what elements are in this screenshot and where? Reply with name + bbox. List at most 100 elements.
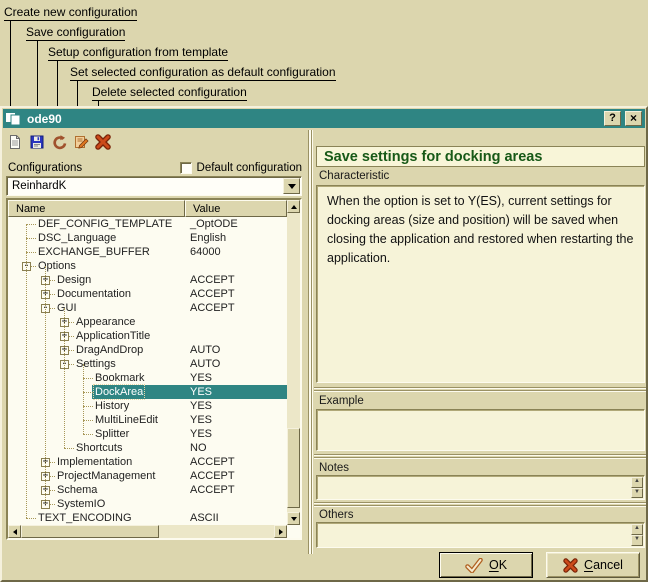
annotation-delete-configuration: Delete selected configuration <box>92 85 247 99</box>
tree-guide-line <box>26 224 27 518</box>
tree-item-value: YES <box>190 372 212 384</box>
tree-row[interactable]: SystemIO <box>8 497 287 511</box>
tree-item-value: ACCEPT <box>190 288 235 300</box>
title-bar[interactable]: ode90 ? × <box>3 109 645 128</box>
tree-item-name: EXCHANGE_BUFFER <box>38 246 150 258</box>
tree-item-name: DSC_Language <box>38 232 116 244</box>
window-icon <box>6 113 21 125</box>
cancel-label: Cancel <box>584 558 623 572</box>
tree-row[interactable]: SplitterYES <box>8 427 287 441</box>
horizontal-scrollbar[interactable] <box>8 525 287 538</box>
tree-row[interactable]: TEXT_ENCODINGASCII <box>8 511 287 525</box>
annotation-setup-from-template: Setup configuration from template <box>48 45 228 59</box>
set-default-configuration-button[interactable] <box>71 132 91 152</box>
tree-row[interactable]: Options <box>8 259 287 273</box>
tree-guide-line <box>83 364 84 434</box>
tree-connector <box>26 224 36 225</box>
example-label: Example <box>319 395 364 407</box>
tree-item-name: DEF_CONFIG_TEMPLATE <box>38 218 172 230</box>
scroll-right-button[interactable] <box>274 525 287 538</box>
tree-row[interactable]: Schema ACCEPT <box>8 483 287 497</box>
screenshot-root: { "annotations": { "items": [ { "label":… <box>0 0 648 582</box>
default-configuration-checkbox[interactable] <box>180 162 192 174</box>
notes-label: Notes <box>319 462 349 474</box>
tree-item-name: History <box>95 400 129 412</box>
triangle-up-icon[interactable]: ▲ <box>631 477 643 488</box>
tree-item-value: ACCEPT <box>190 302 235 314</box>
vertical-scrollbar[interactable] <box>287 200 300 525</box>
option-title: Save settings for docking areas <box>316 146 645 167</box>
tree-row[interactable]: GUI ACCEPT <box>8 301 287 315</box>
close-button[interactable]: × <box>625 111 642 126</box>
tree-item-value: YES <box>190 428 212 440</box>
tree-row[interactable]: DocumentationACCEPT <box>8 287 287 301</box>
tree-row[interactable]: DEF_CONFIG_TEMPLATE_OptODE <box>8 217 287 231</box>
configurations-row: Configurations Default configuration <box>8 160 302 175</box>
new-configuration-icon <box>7 134 23 150</box>
annotation-create-new-configuration: Create new configuration <box>4 5 137 19</box>
tree-guide-line <box>45 266 46 504</box>
section-splitter[interactable] <box>314 387 646 392</box>
combo-dropdown-button[interactable] <box>283 178 300 194</box>
horizontal-scroll-thumb[interactable] <box>21 525 159 538</box>
configuration-selected-value: ReinhardK <box>7 180 283 192</box>
tree-item-value: YES <box>190 400 212 412</box>
tree-item-value: AUTO <box>190 358 220 370</box>
scroll-up-button[interactable] <box>287 200 300 213</box>
tree-item-name: DockArea <box>95 386 143 398</box>
configuration-tree: Name Value DEF_CONFIG_TEMPLATE_OptODEDSC… <box>6 198 302 540</box>
tree-item-name: ApplicationTitle <box>76 330 150 342</box>
cancel-button[interactable]: Cancel <box>546 552 640 578</box>
triangle-down-icon[interactable]: ▼ <box>631 535 643 546</box>
setup-from-template-button[interactable] <box>49 132 69 152</box>
others-text: ▲▼ <box>316 522 645 548</box>
tree-row[interactable]: ImplementationACCEPT <box>8 455 287 469</box>
tree-row[interactable]: ApplicationTitle <box>8 329 287 343</box>
help-button[interactable]: ? <box>604 111 621 126</box>
tree-row[interactable]: History YES <box>8 399 287 413</box>
column-header-name[interactable]: Name <box>8 200 185 217</box>
tree-item-name: Options <box>38 260 76 272</box>
tree-connector <box>83 378 93 379</box>
notes-scrollbar[interactable]: ▲▼ <box>631 477 643 498</box>
tree-row[interactable]: EXCHANGE_BUFFER64000 <box>8 245 287 259</box>
column-header-value[interactable]: Value <box>185 200 287 217</box>
tree-connector <box>83 434 93 435</box>
section-splitter[interactable] <box>314 454 646 459</box>
tree-connector <box>26 518 36 519</box>
section-splitter[interactable] <box>314 502 646 507</box>
tree-row[interactable]: MultiLineEditYES <box>8 413 287 427</box>
tree-row[interactable]: ShortcutsNO <box>8 441 287 455</box>
vertical-scroll-thumb[interactable] <box>287 428 300 508</box>
tree-row[interactable]: DSC_Language English <box>8 231 287 245</box>
save-configuration-button[interactable] <box>27 132 47 152</box>
configuration-select[interactable]: ReinhardK <box>6 176 302 196</box>
new-configuration-button[interactable] <box>5 132 25 152</box>
tree-row[interactable]: ProjectManagementACCEPT <box>8 469 287 483</box>
tree-item-name: SystemIO <box>57 498 105 510</box>
delete-configuration-button[interactable] <box>93 132 113 152</box>
tree-item-value: English <box>190 232 226 244</box>
tree-row[interactable]: DesignACCEPT <box>8 273 287 287</box>
tree-row[interactable]: SettingsAUTO <box>8 357 287 371</box>
ok-button[interactable]: OK <box>439 552 533 578</box>
tree-row[interactable]: BookmarkYES <box>8 371 287 385</box>
triangle-up-icon[interactable]: ▲ <box>631 524 643 535</box>
delete-configuration-icon <box>95 134 111 150</box>
others-scrollbar[interactable]: ▲▼ <box>631 524 643 546</box>
tree-row[interactable]: Appearance <box>8 315 287 329</box>
tree-item-name: Appearance <box>76 316 135 328</box>
tree-connector <box>26 252 36 253</box>
tree-item-value: NO <box>190 442 207 454</box>
tree-item-value: ACCEPT <box>190 484 235 496</box>
tree-item-name: Schema <box>57 484 97 496</box>
tree-item-name: GUI <box>57 302 77 314</box>
panel-splitter[interactable] <box>308 130 313 554</box>
tree-row[interactable]: DragAndDropAUTO <box>8 343 287 357</box>
tree-header: Name Value <box>8 200 287 217</box>
triangle-down-icon[interactable]: ▼ <box>631 488 643 499</box>
tree-row[interactable]: DockAreaYES <box>8 385 287 399</box>
tree-item-name: MultiLineEdit <box>95 414 158 426</box>
scroll-left-button[interactable] <box>8 525 21 538</box>
scroll-down-button[interactable] <box>287 512 300 525</box>
